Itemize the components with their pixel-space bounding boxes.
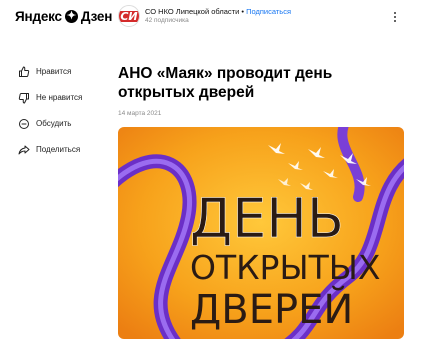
channel-avatar[interactable]: СИ — [118, 5, 140, 27]
thumbs-down-icon — [18, 92, 29, 103]
dislike-button[interactable]: Не нравится — [18, 91, 82, 104]
image-text-line2: ОТКРЫТЫХ — [190, 248, 380, 287]
yandex-zen-logo[interactable]: Яндекс ✦ Дзен — [15, 9, 112, 24]
zen-star-icon: ✦ — [64, 10, 78, 23]
subscriber-count: 42 подписчика — [145, 17, 189, 24]
comment-button[interactable]: Обсудить — [18, 117, 82, 130]
logo-yandex-text: Яндекс — [15, 9, 62, 24]
logo-zen-text: Дзен — [80, 9, 113, 24]
like-button[interactable]: Нравится — [18, 65, 82, 78]
comment-icon — [19, 118, 29, 129]
image-text-line1: ДЕНЬ — [190, 187, 344, 250]
channel-header: СИ СО НКО Липецкой области • Подписаться… — [118, 5, 291, 27]
share-button[interactable]: Поделиться — [18, 143, 82, 156]
avatar-logo-text: СИ — [119, 9, 139, 23]
more-options-icon[interactable] — [388, 9, 402, 25]
like-label: Нравится — [36, 67, 72, 76]
channel-name-link[interactable]: СО НКО Липецкой области — [145, 7, 239, 16]
share-label: Поделиться — [36, 145, 81, 154]
article-title: АНО «Маяк» проводит день открытых дверей — [118, 65, 333, 101]
thumbs-up-icon — [19, 66, 30, 77]
article-date: 14 марта 2021 — [118, 110, 162, 117]
reaction-sidebar: Нравится Не нравится Обсудить Поделиться — [18, 65, 82, 169]
share-arrow-icon — [18, 145, 30, 154]
comment-label: Обсудить — [36, 119, 72, 128]
subscribe-link[interactable]: Подписаться — [246, 7, 291, 16]
article-cover-image[interactable]: ДЕНЬ ОТКРЫТЫХ ДВЕРЕЙ — [118, 127, 404, 339]
image-text-line3: ДВЕРЕЙ — [190, 285, 353, 333]
dislike-label: Не нравится — [36, 93, 83, 102]
